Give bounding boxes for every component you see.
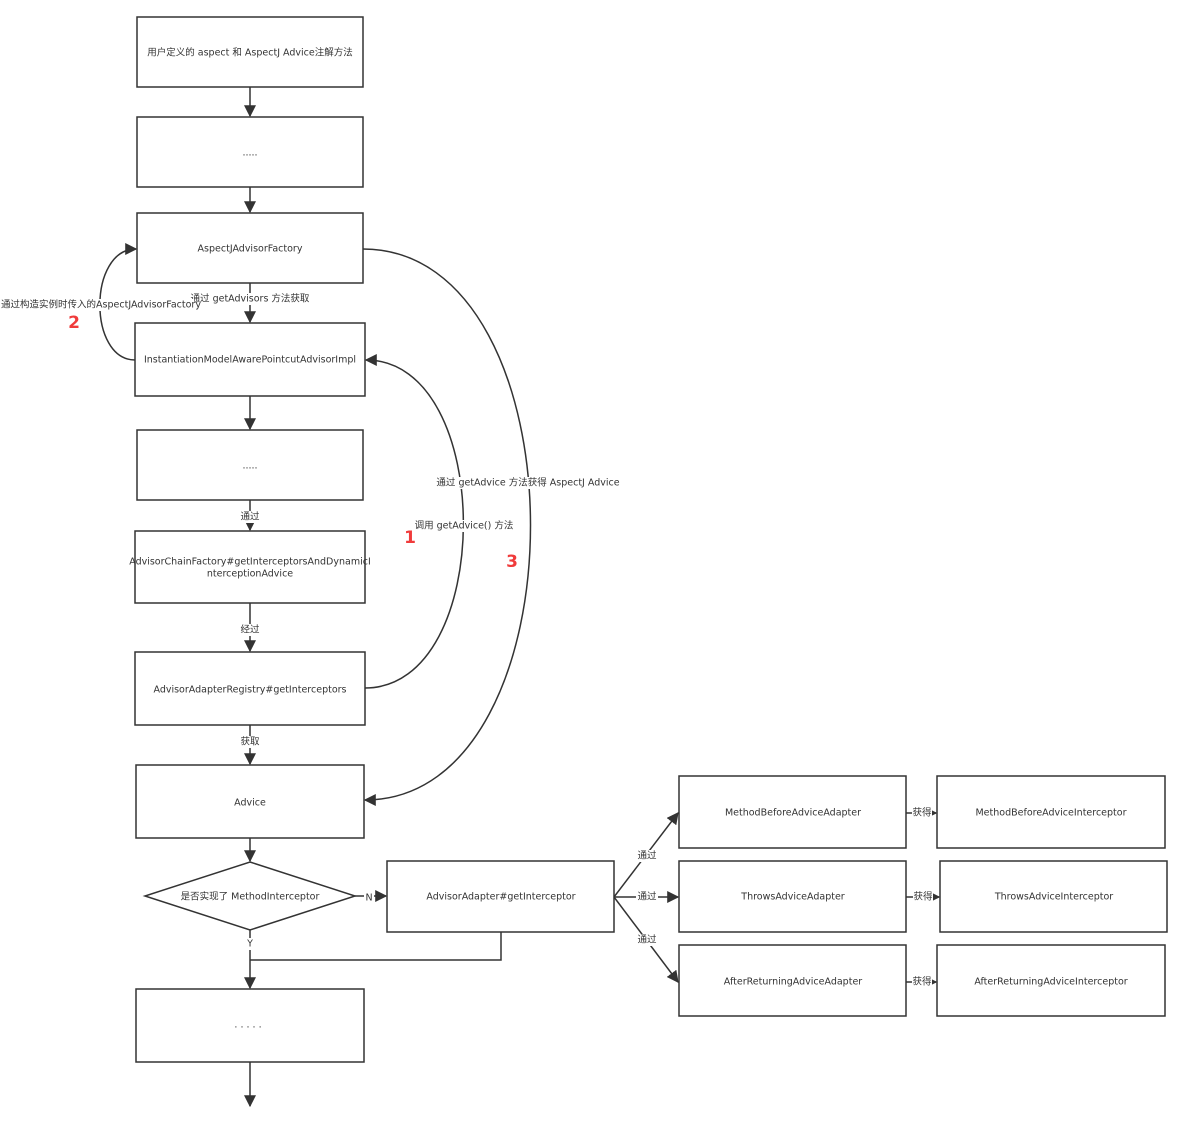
step-number-1: 1 xyxy=(404,528,416,548)
label-obtain: 获取 xyxy=(240,737,260,748)
svg-text:AdvisorChainFactory#getInterce: AdvisorChainFactory#getInterceptorsAndDy… xyxy=(129,557,371,568)
svg-text:.....: ..... xyxy=(242,461,257,472)
label-get-mb: 获得 xyxy=(912,807,932,819)
label-get-th: 获得 xyxy=(913,891,933,903)
node-advisor-adapter-registry: AdvisorAdapterRegistry#getInterceptors xyxy=(134,651,366,726)
svg-text:AspectJAdvisorFactory: AspectJAdvisorFactory xyxy=(198,244,303,255)
node-after-returning-adapter: AfterReturningAdviceAdapter xyxy=(678,944,907,1017)
node-advisor-chain-factory: AdvisorChainFactory#getInterceptorsAndDy… xyxy=(129,530,371,604)
node-ellipsis-2: ..... xyxy=(136,429,364,501)
label-via-get-advice-aspectj: 通过 getAdvice 方法获得 AspectJ Advice xyxy=(436,477,619,489)
svg-text:ThrowsAdviceInterceptor: ThrowsAdviceInterceptor xyxy=(994,892,1113,903)
svg-text:ThrowsAdviceAdapter: ThrowsAdviceAdapter xyxy=(740,892,845,903)
label-via-mb: 通过 xyxy=(637,850,657,862)
label-via-ar: 通过 xyxy=(637,934,657,946)
svg-text:AdvisorAdapterRegistry#getInte: AdvisorAdapterRegistry#getInterceptors xyxy=(153,685,346,696)
node-user-aspect: 用户定义的 aspect 和 AspectJ Advice注解方法 xyxy=(136,16,364,88)
svg-text:MethodBeforeAdviceInterceptor: MethodBeforeAdviceInterceptor xyxy=(975,808,1126,819)
svg-text:用户定义的 aspect 和 AspectJ Advice: 用户定义的 aspect 和 AspectJ Advice注解方法 xyxy=(147,47,352,59)
svg-text:AfterReturningAdviceIntercepto: AfterReturningAdviceInterceptor xyxy=(974,977,1127,988)
label-call-get-advice: 调用 getAdvice() 方法 xyxy=(415,520,514,532)
node-instantiation-model: InstantiationModelAwarePointcutAdvisorIm… xyxy=(134,322,366,397)
label-yes: Y xyxy=(246,939,253,950)
label-pass-through: 经过 xyxy=(240,624,260,636)
node-decision: 是否实现了 MethodInterceptor xyxy=(142,861,358,931)
svg-text:MethodBeforeAdviceAdapter: MethodBeforeAdviceAdapter xyxy=(725,808,861,819)
svg-text:nterceptionAdvice: nterceptionAdvice xyxy=(207,569,293,580)
node-method-before-interceptor: MethodBeforeAdviceInterceptor xyxy=(936,775,1166,849)
svg-text:.....: ..... xyxy=(242,148,257,159)
step-number-2: 2 xyxy=(68,313,80,333)
svg-text:· · · · ·: · · · · · xyxy=(234,1023,261,1034)
svg-text:是否实现了 MethodInterceptor: 是否实现了 MethodInterceptor xyxy=(181,891,320,903)
node-aspectj-advisor-factory: AspectJAdvisorFactory xyxy=(136,212,364,284)
node-advisor-adapter: AdvisorAdapter#getInterceptor xyxy=(386,860,615,933)
node-method-before-adapter: MethodBeforeAdviceAdapter xyxy=(678,775,907,849)
label-via: 通过 xyxy=(240,511,260,523)
node-ellipsis-1: ..... xyxy=(136,116,364,188)
svg-text:InstantiationModelAwarePointcu: InstantiationModelAwarePointcutAdvisorIm… xyxy=(144,355,356,366)
node-after-returning-interceptor: AfterReturningAdviceInterceptor xyxy=(936,944,1166,1017)
label-via-th: 通过 xyxy=(637,891,657,903)
node-throws-interceptor: ThrowsAdviceInterceptor xyxy=(939,860,1168,933)
label-no: N xyxy=(365,893,372,904)
svg-text:Advice: Advice xyxy=(234,798,266,809)
label-via-get-advisors: 通过 getAdvisors 方法获取 xyxy=(191,293,310,305)
svg-text:AfterReturningAdviceAdapter: AfterReturningAdviceAdapter xyxy=(724,977,863,988)
line-adapter-return xyxy=(250,932,502,961)
node-throws-adapter: ThrowsAdviceAdapter xyxy=(678,860,907,933)
svg-text:AdvisorAdapter#getInterceptor: AdvisorAdapter#getInterceptor xyxy=(426,892,575,903)
node-advice: Advice xyxy=(135,764,365,839)
flow-diagram: 用户定义的 aspect 和 AspectJ Advice注解方法 ..... … xyxy=(1,16,1168,1108)
step-number-3: 3 xyxy=(506,552,518,572)
label-via-constructor: 通过构造实例时传入的AspectJAdvisorFactory xyxy=(1,299,201,311)
label-get-ar: 获得 xyxy=(912,976,932,988)
node-ellipsis-3: · · · · · xyxy=(135,988,365,1063)
